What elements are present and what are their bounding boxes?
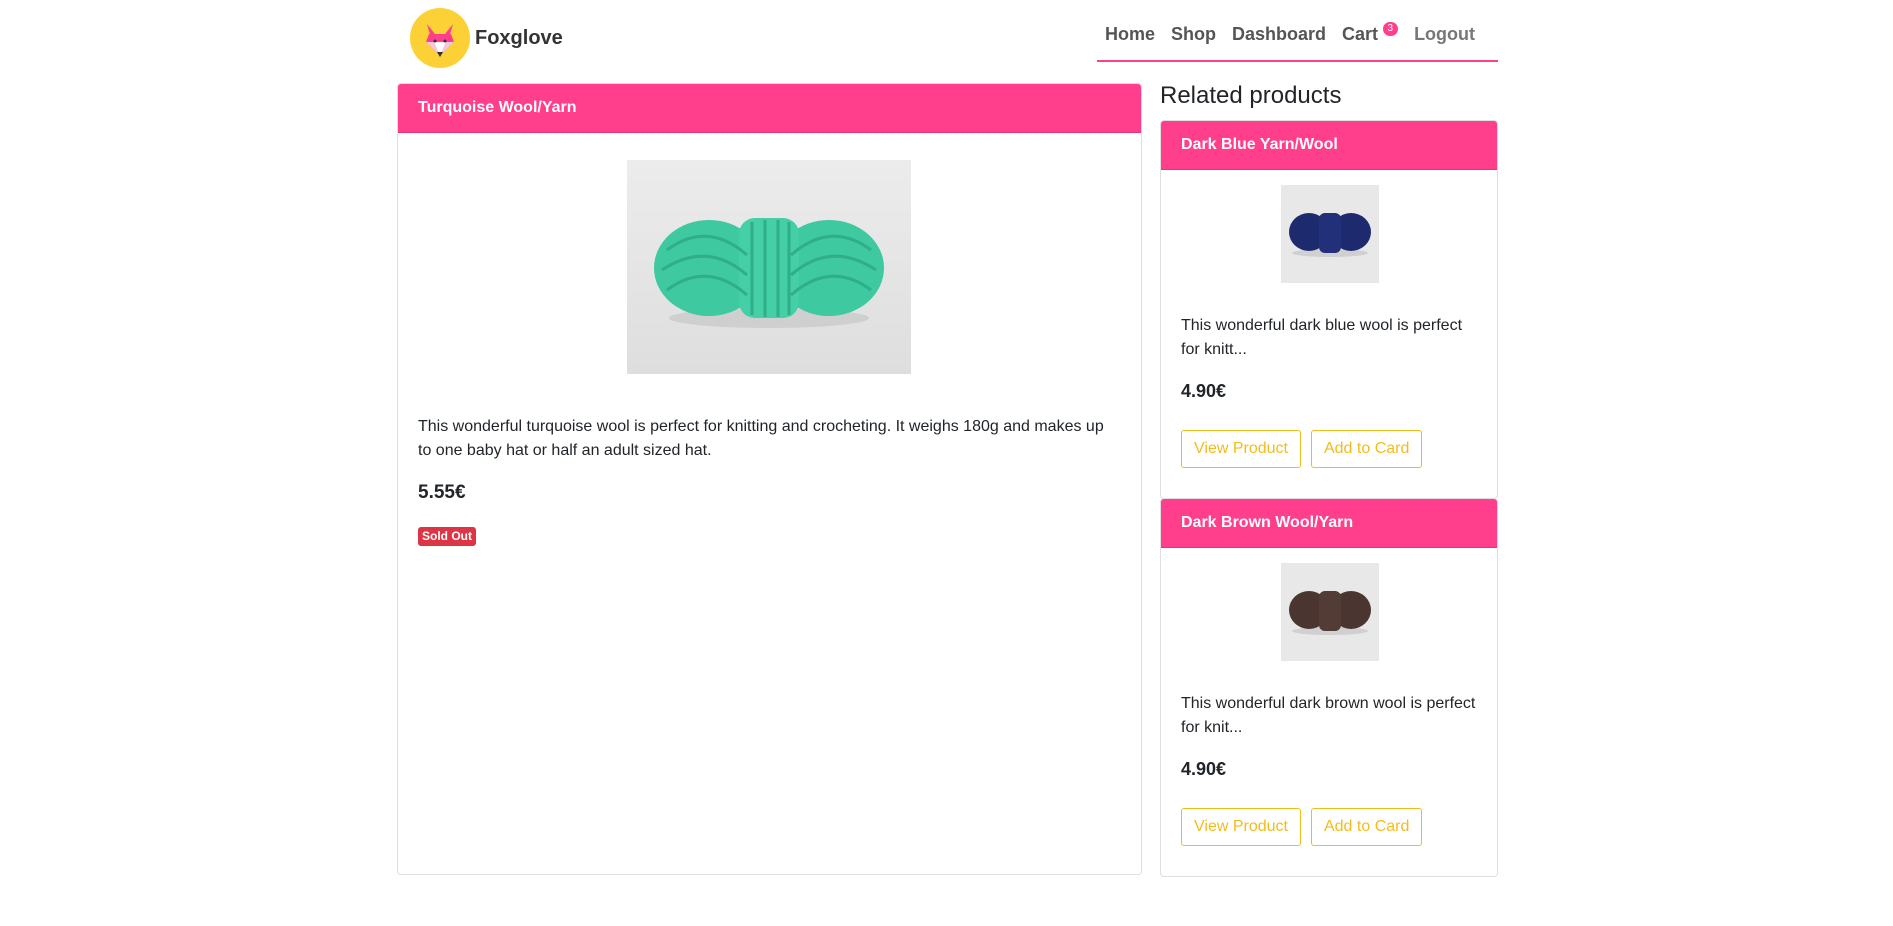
add-to-cart-button[interactable]: Add to Card (1310, 808, 1423, 846)
related-product-price: 4.90€ (1181, 381, 1227, 401)
product-image (627, 160, 911, 374)
related-product-card: Dark Brown Wool/Yarn This wonderful dark… (1160, 498, 1498, 877)
nav-cart[interactable]: Cart 3 (1342, 16, 1399, 52)
product-description: This wonderful turquoise wool is perfect… (418, 418, 1104, 459)
navbar: Foxglove Home Shop Dashboard Cart 3 Logo… (397, 0, 1498, 78)
related-product-image (1281, 185, 1379, 283)
nav-shop[interactable]: Shop (1171, 16, 1216, 52)
view-product-button[interactable]: View Product (1181, 430, 1301, 468)
related-product-price: 4.90€ (1181, 759, 1227, 779)
nav-dashboard[interactable]: Dashboard (1232, 16, 1326, 52)
fox-logo-icon (410, 8, 470, 68)
nav-logout[interactable]: Logout (1414, 16, 1475, 52)
related-product-description: This wonderful dark brown wool is perfec… (1181, 695, 1476, 736)
nav-home[interactable]: Home (1105, 16, 1155, 52)
sold-out-badge: Sold Out (418, 527, 476, 546)
related-product-actions: View Product Add to Card (1181, 808, 1432, 846)
related-product-description: This wonderful dark blue wool is perfect… (1181, 317, 1463, 358)
add-to-cart-button[interactable]: Add to Card (1310, 430, 1423, 468)
related-product-actions: View Product Add to Card (1181, 430, 1432, 468)
main-nav: Home Shop Dashboard Cart 3 Logout (1097, 16, 1498, 62)
product-card: Turquoise Wool/Yarn This wonderful turqu… (397, 83, 1142, 875)
product-title: Turquoise Wool/Yarn (398, 84, 1141, 133)
related-product-title: Dark Brown Wool/Yarn (1161, 499, 1497, 548)
page-container: Foxglove Home Shop Dashboard Cart 3 Logo… (397, 0, 1498, 926)
related-product-image (1281, 563, 1379, 661)
related-product-card: Dark Blue Yarn/Wool This wonderful dark … (1160, 120, 1498, 499)
cart-count-badge: 3 (1382, 22, 1399, 36)
related-product-title: Dark Blue Yarn/Wool (1161, 121, 1497, 170)
brand-link[interactable]: Foxglove (410, 8, 563, 68)
brand-name: Foxglove (475, 26, 563, 49)
product-price: 5.55€ (418, 482, 466, 503)
view-product-button[interactable]: View Product (1181, 808, 1301, 846)
related-products-heading: Related products (1160, 82, 1342, 109)
nav-cart-label: Cart (1342, 24, 1379, 44)
